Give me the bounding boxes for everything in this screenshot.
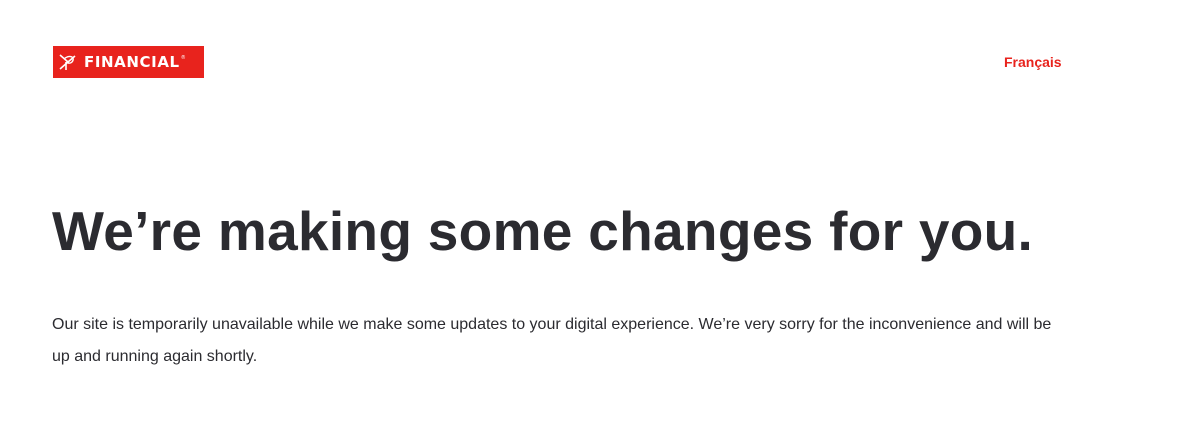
page-title: We’re making some changes for you.: [52, 200, 1034, 262]
flying-p-logo-icon: [57, 51, 79, 73]
brand-logo[interactable]: FINANCIAL ®: [53, 46, 204, 78]
maintenance-message: Our site is temporarily unavailable whil…: [52, 316, 1052, 365]
logo-wordmark: FINANCIAL: [84, 52, 180, 71]
language-toggle-link[interactable]: Français: [1004, 54, 1062, 70]
site-header: FINANCIAL ® Français: [0, 0, 1200, 110]
registered-mark: ®: [180, 55, 186, 61]
